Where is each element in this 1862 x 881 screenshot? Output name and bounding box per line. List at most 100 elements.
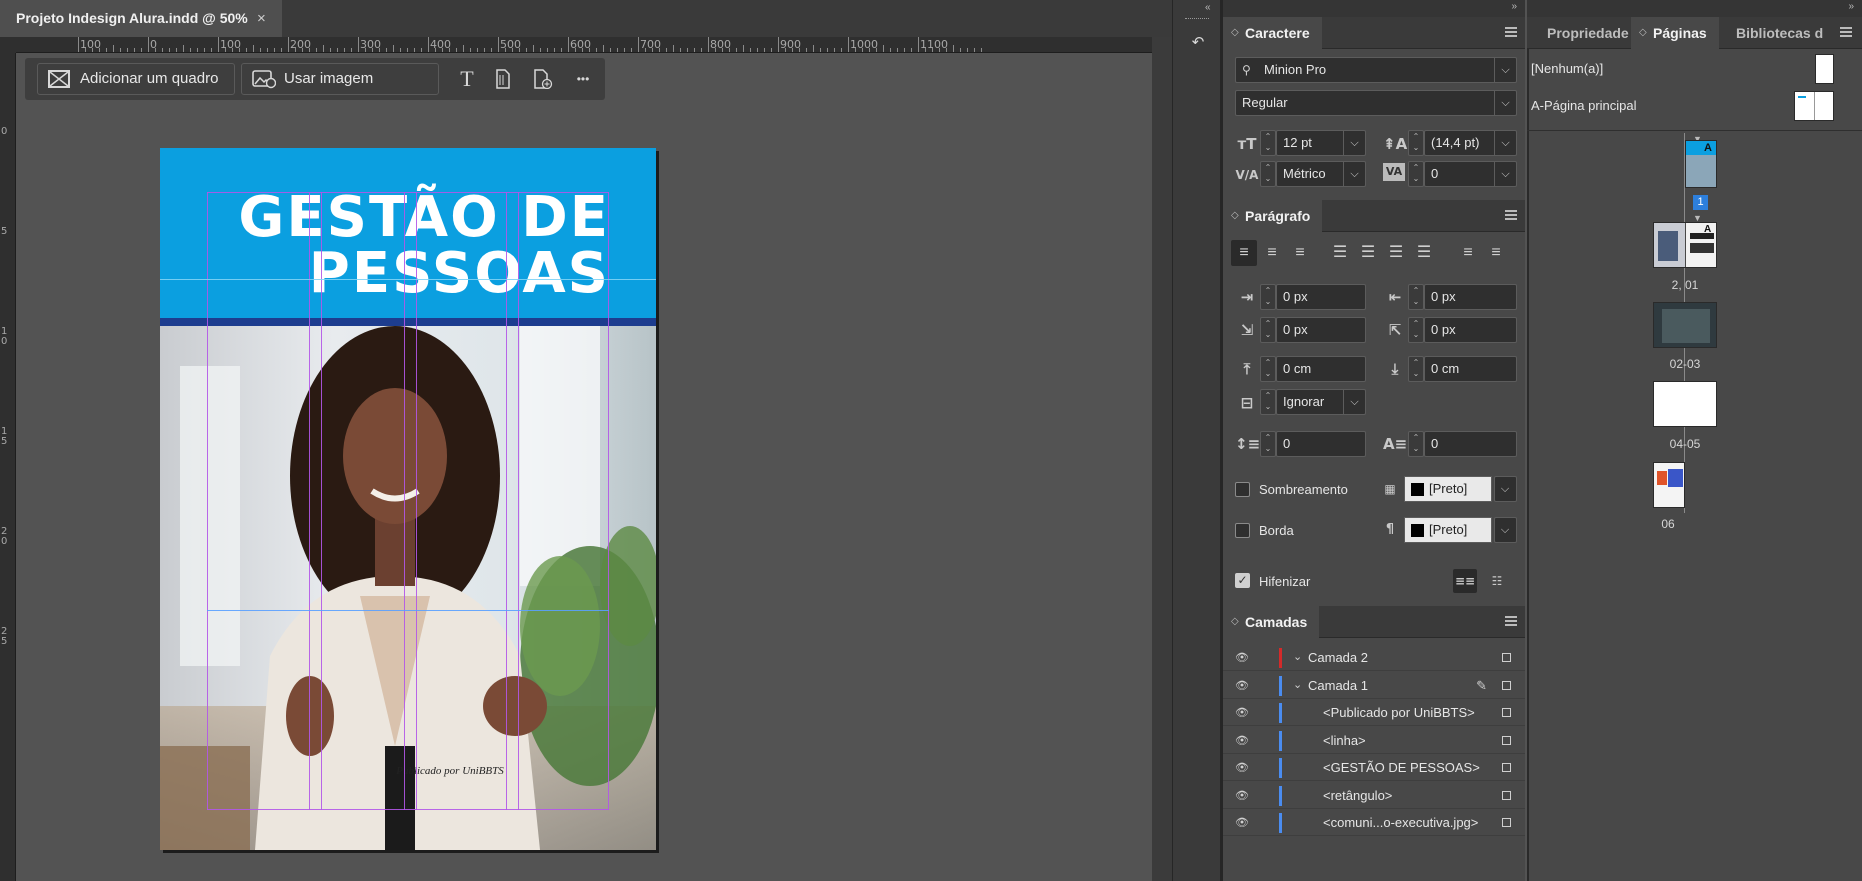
master-none-thumbnail[interactable] xyxy=(1815,54,1834,84)
drop-cap-chars-field[interactable]: 0 xyxy=(1424,431,1517,457)
panel-menu-icon[interactable] xyxy=(1505,210,1517,220)
first-line-indent-field[interactable]: 0 px xyxy=(1276,317,1366,343)
lock-toggle[interactable] xyxy=(1257,679,1269,691)
visibility-eye-icon[interactable]: 👁 xyxy=(1235,699,1249,726)
page-number-badge[interactable]: 1 xyxy=(1693,195,1708,210)
layer-row[interactable]: 👁 <Publicado por UniBBTS> xyxy=(1223,699,1525,726)
tracking-stepper[interactable]: ⌃ ⌄ xyxy=(1408,161,1424,187)
layer-row[interactable]: 👁 <retângulo> xyxy=(1223,782,1525,809)
chevron-down-icon[interactable]: ⌵ xyxy=(1494,131,1516,155)
align-right-button[interactable]: ≡ xyxy=(1287,240,1313,266)
add-page-icon[interactable] xyxy=(528,65,558,93)
collapse-dock-icon[interactable]: « xyxy=(1205,2,1211,13)
shading-color-field[interactable]: [Preto] xyxy=(1404,476,1492,502)
layer-row[interactable]: 👁 <GESTÃO DE PESSOAS> xyxy=(1223,754,1525,781)
font-style-field[interactable]: Regular ⌵ xyxy=(1235,90,1517,116)
lock-toggle[interactable] xyxy=(1257,651,1269,663)
leading-stepper[interactable]: ⌃ ⌄ xyxy=(1408,130,1424,156)
tab-pages[interactable]: ◇ Páginas xyxy=(1631,17,1719,49)
text-tool-icon[interactable]: T xyxy=(452,65,482,93)
border-settings-icon[interactable]: ¶ xyxy=(1378,518,1402,542)
leading-field[interactable]: (14,4 pt) ⌵ xyxy=(1424,130,1517,156)
use-image-button[interactable]: Usar imagem xyxy=(241,63,439,95)
last-line-indent-field[interactable]: 0 px xyxy=(1424,317,1517,343)
master-a[interactable]: A-Página principal xyxy=(1531,98,1637,113)
page-thumbnail-1[interactable]: A xyxy=(1685,140,1717,188)
drop-cap-chars-stepper[interactable]: ⌃ ⌄ xyxy=(1408,431,1424,457)
layer-row[interactable]: 👁 ⌄ Camada 1 ✎ xyxy=(1223,672,1525,699)
justify-left-button[interactable]: ☰ xyxy=(1327,240,1353,266)
document-tab[interactable]: Projeto Indesign Alura.indd @ 50% × xyxy=(0,0,282,37)
more-options-icon[interactable]: ••• xyxy=(568,65,598,93)
tracking-field[interactable]: 0 ⌵ xyxy=(1424,161,1517,187)
space-after-stepper[interactable]: ⌃ ⌄ xyxy=(1408,356,1424,382)
visibility-eye-icon[interactable]: 👁 xyxy=(1235,672,1249,699)
layer-row[interactable]: 👁 ⌄ Camada 2 xyxy=(1223,644,1525,671)
layers-panel-tab[interactable]: ◇ Camadas xyxy=(1223,606,1320,638)
page-thumbnail-spread-2-01[interactable]: A xyxy=(1653,222,1717,268)
shading-settings-icon[interactable]: ▦ xyxy=(1378,477,1402,501)
document-page[interactable]: GESTÃO DE PESSOAS Publicado por UniBBTS xyxy=(160,148,656,850)
right-indent-stepper[interactable]: ⌃ ⌄ xyxy=(1408,284,1424,310)
visibility-eye-icon[interactable]: 👁 xyxy=(1235,754,1249,781)
justify-all-button[interactable]: ☰ xyxy=(1411,240,1437,266)
ruler-origin[interactable] xyxy=(0,37,16,53)
first-line-indent-stepper[interactable]: ⌃ ⌄ xyxy=(1260,317,1276,343)
page-thumbnail-06[interactable] xyxy=(1653,462,1685,508)
panel-menu-icon[interactable] xyxy=(1840,27,1852,37)
border-checkbox[interactable] xyxy=(1235,523,1250,538)
layer-row[interactable]: 👁 <comuni...o-executiva.jpg> xyxy=(1223,809,1525,836)
space-before-field[interactable]: 0 cm xyxy=(1276,356,1366,382)
hyphenate-checkbox[interactable]: ✓ xyxy=(1235,573,1250,588)
chevron-down-icon[interactable]: ⌵ xyxy=(1343,131,1365,155)
justify-center-button[interactable]: ☰ xyxy=(1355,240,1381,266)
align-center-button[interactable]: ≡ xyxy=(1259,240,1285,266)
lock-toggle[interactable] xyxy=(1257,706,1269,718)
select-square-icon[interactable] xyxy=(1502,653,1511,662)
page-title-frame[interactable]: GESTÃO DE PESSOAS xyxy=(190,190,610,302)
vertical-scrollbar[interactable] xyxy=(1152,37,1172,881)
align-left-button[interactable]: ≡ xyxy=(1231,240,1257,266)
drop-cap-lines-field[interactable]: 0 xyxy=(1276,431,1366,457)
expand-column-icon[interactable]: » xyxy=(1848,1,1854,12)
master-a-thumbnail[interactable] xyxy=(1794,91,1834,121)
chevron-down-icon[interactable]: ⌵ xyxy=(1494,58,1516,82)
justify-right-button[interactable]: ☰ xyxy=(1383,240,1409,266)
align-grid-stepper[interactable]: ⌃ ⌄ xyxy=(1260,389,1276,415)
select-square-icon[interactable] xyxy=(1502,763,1511,772)
font-size-field[interactable]: 12 pt ⌵ xyxy=(1276,130,1366,156)
drop-cap-lines-stepper[interactable]: ⌃ ⌄ xyxy=(1260,431,1276,457)
space-after-field[interactable]: 0 cm xyxy=(1424,356,1517,382)
select-square-icon[interactable] xyxy=(1502,818,1511,827)
border-color-dropdown[interactable]: ⌵ xyxy=(1494,517,1517,543)
lock-toggle[interactable] xyxy=(1257,761,1269,773)
lock-toggle[interactable] xyxy=(1257,734,1269,746)
visibility-eye-icon[interactable]: 👁 xyxy=(1235,782,1249,809)
publisher-credit[interactable]: Publicado por UniBBTS xyxy=(350,765,550,777)
kerning-field[interactable]: Métrico ⌵ xyxy=(1276,161,1366,187)
border-color-field[interactable]: [Preto] xyxy=(1404,517,1492,543)
horizontal-ruler[interactable]: 100 0 100 200 300 400 500 600 700 800 900 1000 1100 xyxy=(16,37,1152,53)
span-columns-icon[interactable]: ≡≡ xyxy=(1453,569,1477,593)
shading-checkbox[interactable] xyxy=(1235,482,1250,497)
right-indent-field[interactable]: 0 px xyxy=(1424,284,1517,310)
expand-column-icon[interactable]: » xyxy=(1511,1,1517,12)
select-square-icon[interactable] xyxy=(1502,790,1511,800)
chevron-down-icon[interactable]: ⌵ xyxy=(1494,162,1516,186)
add-frame-button[interactable]: Adicionar um quadro xyxy=(37,63,235,95)
undo-history-icon[interactable]: ↶ xyxy=(1185,30,1211,56)
visibility-eye-icon[interactable]: 👁 xyxy=(1235,727,1249,754)
left-indent-stepper[interactable]: ⌃ ⌄ xyxy=(1260,284,1276,310)
paragraph-panel-tab[interactable]: ◇ Parágrafo xyxy=(1223,200,1323,232)
shading-color-dropdown[interactable]: ⌵ xyxy=(1494,476,1517,502)
page-thumbnail-spread-02-03[interactable] xyxy=(1653,302,1717,348)
left-indent-field[interactable]: 0 px xyxy=(1276,284,1366,310)
expand-layer-icon[interactable]: ⌄ xyxy=(1293,644,1302,671)
select-square-icon[interactable] xyxy=(1502,708,1511,717)
panel-menu-icon[interactable] xyxy=(1505,616,1517,626)
header-stripe-line[interactable] xyxy=(160,318,656,326)
split-columns-icon[interactable]: ☷ xyxy=(1485,569,1509,593)
select-square-icon[interactable] xyxy=(1502,680,1511,690)
visibility-eye-icon[interactable]: 👁 xyxy=(1235,644,1249,671)
lock-toggle[interactable] xyxy=(1257,789,1269,801)
